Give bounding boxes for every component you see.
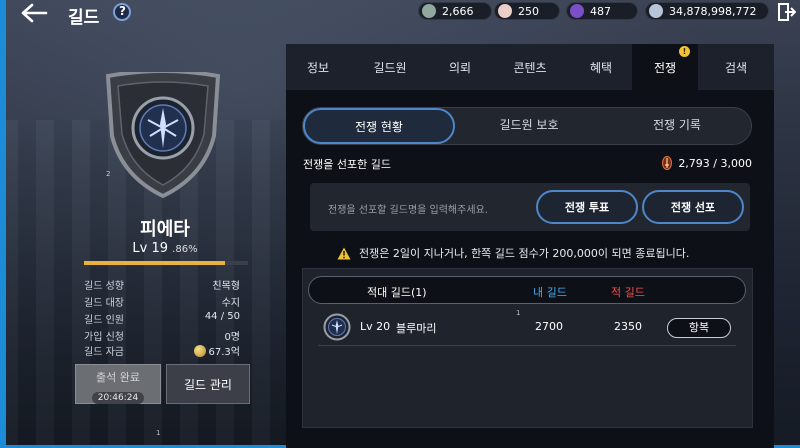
war-notice: 전쟁은 2일이 지나거나, 한쪽 길드 점수가 200,000이 되면 종료됩니… (337, 245, 689, 261)
tab-label: 전쟁 (653, 60, 677, 75)
info-row-tendency: 길드 성향 친목형 (84, 277, 240, 292)
war-token-icon (662, 156, 673, 170)
info-value: 0명 (224, 332, 240, 343)
guild-emblem-icon (105, 72, 221, 199)
subtab-war-history[interactable]: 전쟁 기록 (603, 108, 751, 144)
war-vote-button[interactable]: 전쟁 투표 (536, 190, 638, 224)
info-label: 길드 대장 (84, 298, 124, 309)
tab-label: 의뢰 (448, 60, 472, 75)
table-row: Lv 20 블루마리 2700 2350 항복 (318, 310, 736, 346)
info-label: 길드 인원 (84, 315, 124, 326)
exit-icon[interactable] (778, 2, 796, 22)
info-row-funds: 길드 자금 67.3억 (84, 343, 240, 358)
currency-2-icon (498, 4, 512, 18)
info-value: 44 / 50 (204, 311, 240, 322)
currency-4-display[interactable]: 34,878,998,772 (645, 2, 769, 20)
alert-badge-icon: ! (679, 46, 690, 57)
top-bar: 길드 2,666 250 487 34,878,998,772 (0, 0, 800, 28)
info-label: 길드 자금 (84, 347, 124, 358)
subtab-war-status[interactable]: 전쟁 현황 (303, 108, 455, 144)
table-header: 적대 길드(1) 내 길드 적 길드 (308, 276, 746, 304)
warning-icon (337, 247, 351, 259)
currency-2-value: 250 (518, 4, 539, 18)
currency-1-display[interactable]: 2,666 (418, 2, 492, 20)
notice-text: 전쟁은 2일이 지나거나, 한쪽 길드 점수가 200,000이 되면 종료됩니… (359, 247, 690, 260)
guild-level: Lv 19 .86% (110, 241, 220, 256)
info-row-applications: 가입 신청 0명 (84, 328, 240, 343)
guild-name: 피에타 (140, 219, 190, 240)
war-declare-button[interactable]: 전쟁 선포 (642, 190, 744, 224)
currency-1-value: 2,666 (442, 4, 474, 18)
currency-2-display[interactable]: 250 (494, 2, 560, 20)
info-value: 수지 (221, 298, 240, 309)
currency-4-icon (649, 4, 663, 18)
info-row-leader: 길드 대장 수지 (84, 294, 240, 309)
tab-label: 검색 (724, 60, 748, 75)
attendance-label: 출석 완료 (96, 371, 140, 384)
subtab-member-protection[interactable]: 길드원 보호 (455, 108, 603, 144)
currency-1-icon (422, 4, 436, 18)
header-enemy-score: 적 길드 (611, 286, 645, 299)
surrender-button[interactable]: 항복 (667, 318, 731, 338)
section-title: 전쟁을 선포한 길드 (303, 158, 391, 171)
enemy-guild-emblem-icon (323, 313, 351, 341)
info-row-members: 길드 인원 44 / 50 (84, 311, 240, 326)
header-enemy-guild: 적대 길드(1) (367, 286, 427, 299)
tab-label: 길드원 (373, 60, 407, 75)
info-value-funds: 67.3억 (193, 343, 240, 358)
tab-info[interactable]: 정보 (286, 44, 350, 90)
info-value: 친목형 (212, 281, 240, 292)
currency-3-icon (570, 4, 584, 18)
guild-xp-fill (84, 261, 226, 265)
tab-war[interactable]: 전쟁 ! (632, 44, 698, 90)
guild-xp-bar (84, 261, 248, 265)
currency-3-display[interactable]: 487 (566, 2, 638, 20)
currency-3-value: 487 (590, 4, 611, 18)
attendance-button[interactable]: 출석 완료 20:46:24 (75, 364, 161, 404)
emblem-number: 2 (106, 170, 111, 178)
enemy-guild-name: 블루마리 (396, 322, 437, 335)
guild-manage-button[interactable]: 길드 관리 (166, 364, 250, 404)
guild-xp-percent: .86% (172, 244, 198, 255)
guild-name-input[interactable]: 전쟁을 선포할 길드명을 입력해주세요. (328, 201, 488, 216)
tab-bar: 정보 길드원 의뢰 콘텐츠 혜택 전쟁 ! 검색 (286, 44, 774, 90)
enemy-guild-level: Lv 20 (360, 320, 391, 333)
help-icon[interactable] (113, 3, 131, 21)
tab-label: 콘텐츠 (513, 60, 547, 75)
tab-contents[interactable]: 콘텐츠 (490, 44, 570, 90)
left-edge-bar (0, 0, 6, 448)
declare-box: 전쟁을 선포할 길드명을 입력해주세요. 전쟁 투표 전쟁 선포 (310, 183, 750, 231)
currency-4-value: 34,878,998,772 (669, 4, 757, 18)
tab-members[interactable]: 길드원 (350, 44, 430, 90)
tab-label: 혜택 (589, 60, 613, 75)
war-subtab-bar: 전쟁 현황 길드원 보호 전쟁 기록 (302, 107, 752, 145)
footer-number: 1 (156, 429, 161, 437)
my-guild-score: 2700 (535, 320, 563, 333)
info-label: 가입 신청 (84, 332, 124, 343)
tab-search[interactable]: 검색 (698, 44, 774, 90)
gold-coin-icon (193, 345, 206, 357)
enemy-guild-score: 2350 (614, 320, 642, 333)
back-arrow-icon[interactable] (20, 2, 48, 24)
war-count: 2,793 / 3,000 (662, 156, 752, 170)
tab-requests[interactable]: 의뢰 (430, 44, 490, 90)
tab-benefits[interactable]: 혜택 (570, 44, 632, 90)
header-my-guild: 내 길드 (533, 286, 567, 299)
guild-level-value: Lv 19 (132, 241, 169, 256)
tab-label: 정보 (306, 60, 330, 75)
war-count-value: 2,793 / 3,000 (678, 156, 752, 170)
page-title: 길드 (68, 8, 100, 28)
funds-value: 67.3억 (208, 347, 240, 358)
info-label: 길드 성향 (84, 281, 124, 292)
attendance-timer: 20:46:24 (91, 392, 145, 404)
